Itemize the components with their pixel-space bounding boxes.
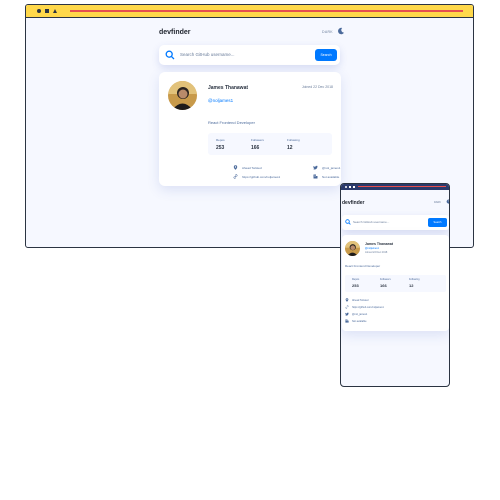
stat-label-following: Following	[287, 138, 300, 142]
search-input[interactable]: Search GitHub username...	[180, 52, 235, 57]
theme-toggle-label[interactable]: DARK	[322, 30, 333, 34]
theme-toggle-label[interactable]: DARK	[434, 201, 441, 204]
mobile-window: devfinder DARK Search GitHub username...…	[340, 183, 450, 387]
profile-login[interactable]: @noljames1	[208, 98, 233, 103]
window-dot-circle	[345, 186, 347, 188]
joined-date: Joined 22 Dec 2018	[301, 85, 333, 89]
location-text: Ahead Twisted	[352, 298, 369, 302]
search-bar: Search GitHub username... Search	[159, 45, 340, 65]
profile-card: James Thanawat @noljames1 Joined 22 Dec …	[342, 235, 449, 331]
window-dot-triangle	[53, 9, 57, 13]
window-dot-circle	[37, 9, 41, 13]
website-link-icon	[345, 305, 349, 309]
mobile-title-bar	[341, 184, 449, 190]
stat-label-followers: Followers	[251, 138, 264, 142]
app-logo: devfinder	[159, 29, 191, 36]
moon-icon[interactable]	[337, 27, 345, 35]
profile-name: James Thanawat	[208, 85, 249, 91]
stat-label-repos: Repos	[352, 278, 360, 281]
company-text: Not available	[322, 175, 340, 179]
website-link-icon	[233, 174, 238, 179]
stat-value-repos: 253	[216, 145, 225, 151]
twitter-handle[interactable]: @nol_james1	[352, 313, 367, 316]
title-bar-stripe	[70, 10, 463, 12]
profile-bio: React Frontend Developer	[345, 264, 381, 268]
stat-value-repos: 253	[352, 283, 359, 288]
avatar	[168, 81, 197, 110]
stat-value-following: 12	[409, 283, 414, 288]
search-icon	[165, 50, 175, 60]
website-link[interactable]: https://github.com/noljames1	[242, 175, 280, 179]
twitter-handle[interactable]: @nol_james1	[322, 166, 340, 170]
profile-login[interactable]: @noljames1	[365, 247, 379, 250]
stat-label-repos: Repos	[216, 138, 225, 142]
moon-icon[interactable]	[446, 199, 450, 204]
desktop-title-bar	[26, 5, 473, 18]
stat-label-following: Following	[409, 278, 420, 281]
twitter-icon	[313, 165, 318, 170]
website-link[interactable]: https://github.com/noljames1	[352, 306, 384, 309]
search-bar: Search GitHub username... Search	[342, 215, 449, 230]
profile-bio: React Frontend Developer	[208, 120, 255, 125]
search-input[interactable]: Search GitHub username...	[353, 220, 389, 224]
search-button[interactable]: Search	[428, 218, 447, 227]
location-icon	[233, 165, 238, 170]
search-button[interactable]: Search	[315, 49, 337, 61]
title-bar-stripe	[358, 186, 446, 187]
stat-value-followers: 166	[251, 145, 260, 151]
profile-card: James Thanawat Joined 22 Dec 2018 @nolja…	[159, 72, 341, 186]
app-logo: devfinder	[342, 200, 365, 206]
search-icon	[345, 219, 351, 225]
window-dot-square	[349, 186, 351, 188]
joined-date: Joined 22 Dec 2018	[365, 251, 388, 254]
stats-panel: Repos 253 Followers 166 Following 12	[208, 133, 332, 155]
stat-value-following: 12	[287, 145, 293, 151]
window-dot-triangle	[353, 186, 355, 188]
location-text: Ahead Twisted	[242, 166, 262, 170]
stats-panel: Repos 253 Followers 166 Following 12	[345, 275, 446, 292]
twitter-icon	[345, 312, 349, 316]
window-dot-square	[45, 9, 49, 13]
stat-label-followers: Followers	[380, 278, 391, 281]
company-icon	[313, 174, 318, 179]
company-text: Not available	[352, 319, 367, 323]
profile-name: James Thanawat	[365, 242, 394, 246]
location-icon	[345, 298, 349, 302]
stat-value-followers: 166	[380, 283, 387, 288]
company-icon	[345, 319, 349, 323]
avatar	[345, 241, 360, 256]
